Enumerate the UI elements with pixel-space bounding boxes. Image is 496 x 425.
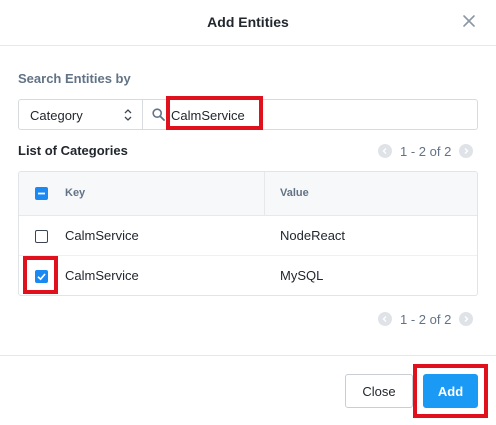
- close-button[interactable]: Close: [345, 374, 413, 408]
- search-filter-value: Category: [30, 108, 83, 123]
- next-page-icon[interactable]: [459, 312, 474, 326]
- column-header-value: Value: [280, 187, 309, 199]
- pagination-text: 1 - 2 of 2: [400, 143, 452, 159]
- row-checkbox[interactable]: [35, 270, 48, 283]
- row-value: NodeReact: [280, 228, 346, 243]
- search-by-label: Search Entities by: [18, 71, 131, 86]
- row-key: CalmService: [65, 228, 139, 243]
- dialog-header: Add Entities: [0, 0, 496, 46]
- search-filter-select[interactable]: Category: [18, 99, 143, 130]
- close-icon[interactable]: [460, 12, 478, 30]
- search-box[interactable]: [142, 99, 478, 130]
- search-input[interactable]: [171, 106, 471, 124]
- prev-page-icon[interactable]: [378, 144, 392, 158]
- row-key: CalmService: [65, 268, 139, 283]
- select-all-checkbox[interactable]: [35, 187, 48, 200]
- dialog-title: Add Entities: [207, 14, 289, 30]
- row-value: MySQL: [280, 268, 324, 283]
- table-row[interactable]: CalmService NodeReact: [19, 216, 477, 256]
- next-page-icon[interactable]: [459, 144, 474, 158]
- categories-table: Key Value CalmService NodeReact CalmServ…: [18, 171, 478, 296]
- prev-page-icon[interactable]: [378, 312, 392, 326]
- list-label: List of Categories: [18, 143, 128, 158]
- table-row[interactable]: CalmService MySQL: [19, 256, 477, 295]
- column-divider: [264, 172, 265, 216]
- column-header-key: Key: [65, 187, 86, 199]
- pagination-bottom: 1 - 2 of 2: [378, 310, 474, 328]
- pagination-text: 1 - 2 of 2: [400, 311, 452, 327]
- add-button[interactable]: Add: [423, 374, 478, 408]
- row-checkbox[interactable]: [35, 230, 48, 243]
- pagination-top: 1 - 2 of 2: [378, 142, 474, 160]
- select-caret-icon: [124, 108, 132, 122]
- search-icon: [152, 108, 165, 121]
- table-header: Key Value: [19, 172, 477, 216]
- footer-divider: [0, 355, 496, 356]
